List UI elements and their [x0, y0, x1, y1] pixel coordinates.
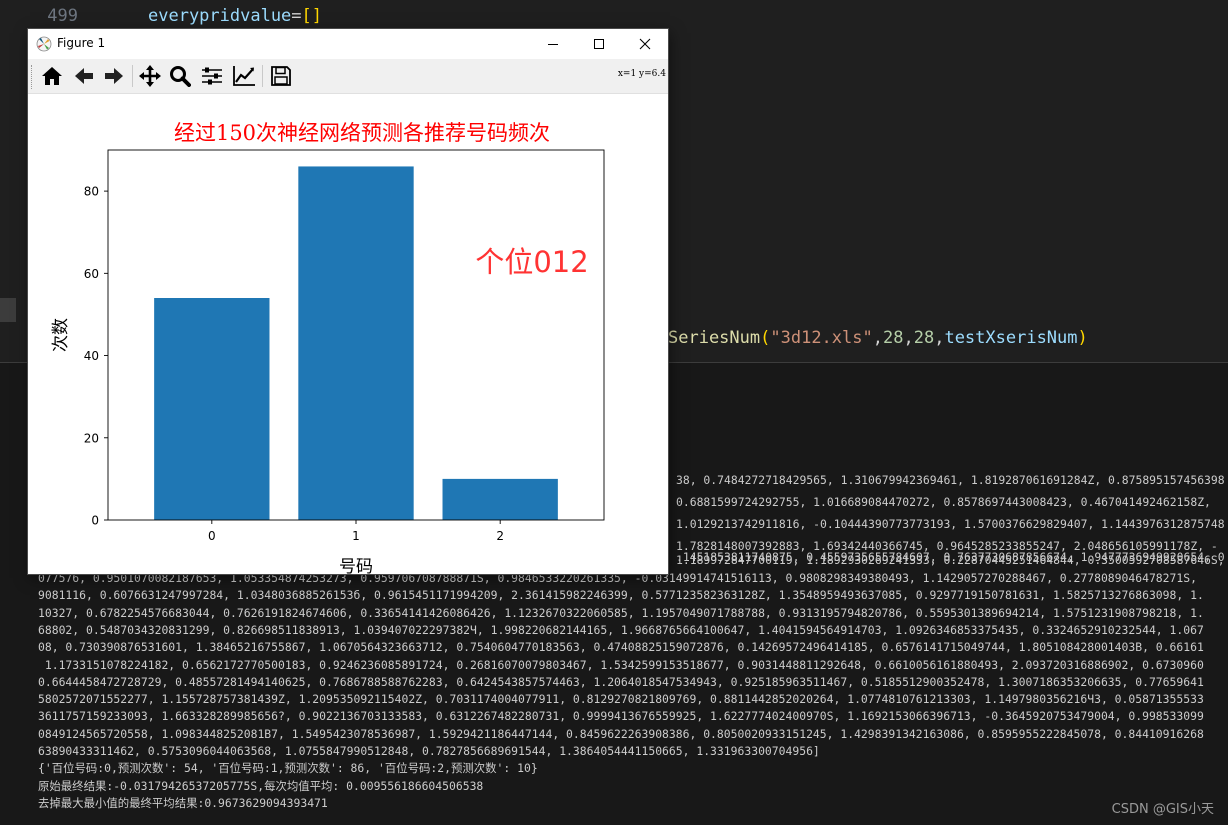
terminal-line: 原始最终结果:-0.03179426537205775S,每次均值平均: 0.0… [38, 778, 484, 793]
minimize-button[interactable] [530, 29, 576, 59]
terminal-line: {'百位号码:0,预测次数': 54, '百位号码:1,预测次数': 86, '… [38, 761, 538, 776]
back-button[interactable] [70, 63, 98, 89]
edit-axis-icon [233, 66, 255, 86]
terminal-line: 0.6881599724292755, 1.016689084470272, 0… [676, 495, 1211, 509]
cursor-coordinates: x=1 y=6.4 [617, 69, 666, 79]
terminal-line: 08, 0.730390876531601, 1.38465216755867,… [38, 640, 1204, 655]
breakpoint-marker[interactable] [0, 298, 16, 322]
back-icon [75, 68, 93, 84]
window-title: Figure 1 [57, 36, 106, 50]
pan-icon [139, 65, 161, 87]
code-token: ( [760, 328, 771, 348]
x-tick-label: 0 [208, 529, 216, 543]
close-icon [639, 38, 651, 50]
save-icon [271, 66, 291, 86]
figure-toolbar [28, 59, 668, 94]
home-button[interactable] [38, 63, 66, 89]
code-line-call[interactable]: SeriesNum("3d12.xls",28,28,testXserisNum… [668, 328, 1088, 348]
terminal-line: 9081116, 0.6076631247997284, 1.034803688… [38, 588, 1204, 603]
chart-title: 经过150次神经网络预测各推荐号码频次 [174, 121, 550, 145]
terminal-line: 38, 0.7484272718429565, 1.31067994236946… [676, 473, 1225, 487]
toolbar-separator [132, 65, 133, 87]
configure-subplots-icon [202, 67, 222, 85]
bar-0 [154, 298, 270, 520]
y-tick-label: 0 [91, 514, 99, 528]
configure-subplots-button[interactable] [198, 63, 226, 89]
y-tick-label: 80 [84, 185, 99, 199]
window-titlebar[interactable]: Figure 1 [28, 29, 668, 59]
terminal-line: 68802, 0.5487034320831299, 0.82669851183… [38, 622, 1204, 637]
terminal-line: 0849124565720558, 1.0983448252081B7, 1.5… [38, 726, 1204, 741]
terminal-line: 3611757159233093, 1.663328289985656?, 0.… [38, 709, 1204, 724]
terminal-line: 63890433311462, 0.5753096044063568, 1.07… [38, 744, 820, 758]
code-token: SeriesNum [668, 328, 761, 348]
line-number: 499 [47, 6, 78, 26]
code-token: ) [1077, 328, 1088, 348]
y-tick-label: 60 [84, 267, 99, 281]
y-axis-label: 次数 [51, 318, 71, 352]
save-button[interactable] [267, 63, 295, 89]
watermark: CSDN @GIS小天 [1111, 802, 1214, 817]
matplotlib-logo-icon [36, 36, 52, 52]
code-token: , [934, 328, 945, 348]
bar-2 [442, 478, 558, 520]
code-token: [] [301, 6, 323, 26]
minimize-icon [548, 44, 558, 45]
close-button[interactable] [622, 29, 668, 59]
figure-window[interactable]: Figure 1 x=1 y=6.4 0 20 40 60 80 0 1 2 经… [28, 29, 668, 574]
forward-button[interactable] [100, 63, 128, 89]
x-tick-label: 1 [352, 529, 360, 543]
bar-1 [298, 166, 414, 520]
chart-canvas[interactable]: 0 20 40 60 80 0 1 2 经过150次神经网络预测各推荐号码频次号码 次数 个位012 [28, 94, 668, 574]
code-token: = [291, 6, 302, 26]
code-token: , [872, 328, 883, 348]
home-icon [42, 67, 62, 85]
maximize-button[interactable] [576, 29, 622, 59]
code-line-499[interactable]: everypridvalue=[] [148, 6, 322, 26]
terminal-line: 去掉最大最小值的最终平均结果:0.9673629094393471 [38, 795, 328, 810]
terminal-line: 1.189972847700119, 1.189293026924133З, 0… [676, 553, 1225, 567]
terminal-line: 0.6644458472728729, 0.48557281494140625,… [38, 674, 1204, 689]
terminal-line: 1.0129213742911816, -0.10444390773773193… [676, 517, 1225, 531]
toolbar-grip[interactable] [31, 65, 34, 89]
code-token: 28 [913, 328, 935, 348]
y-tick-label: 20 [84, 431, 99, 445]
edit-axis-button[interactable] [230, 63, 258, 89]
code-token: everypridvalue [148, 6, 292, 26]
code-token: testXserisNum [944, 328, 1078, 348]
zoom-icon [170, 66, 191, 87]
terminal-line: 10327, 0.6782254576683044, 0.76261918246… [38, 605, 1204, 620]
terminal-line: 1.1733151078224182, 0.6562172770500183, … [38, 657, 1204, 672]
maximize-icon [594, 39, 604, 49]
forward-icon [105, 68, 123, 84]
y-tick-label: 40 [84, 349, 99, 363]
toolbar-separator [262, 65, 263, 87]
code-token: "3d12.xls" [770, 328, 873, 348]
x-tick-label: 2 [496, 529, 504, 543]
overlay-annotation: 个位012 [475, 245, 588, 279]
code-token: , [903, 328, 914, 348]
code-token: 28 [882, 328, 904, 348]
pan-button[interactable] [136, 63, 164, 89]
x-axis-label: 号码 [339, 557, 373, 574]
zoom-button[interactable] [166, 63, 194, 89]
terminal-line: 5802572071552277, 1.155728757381439Z, 1.… [38, 692, 1204, 707]
